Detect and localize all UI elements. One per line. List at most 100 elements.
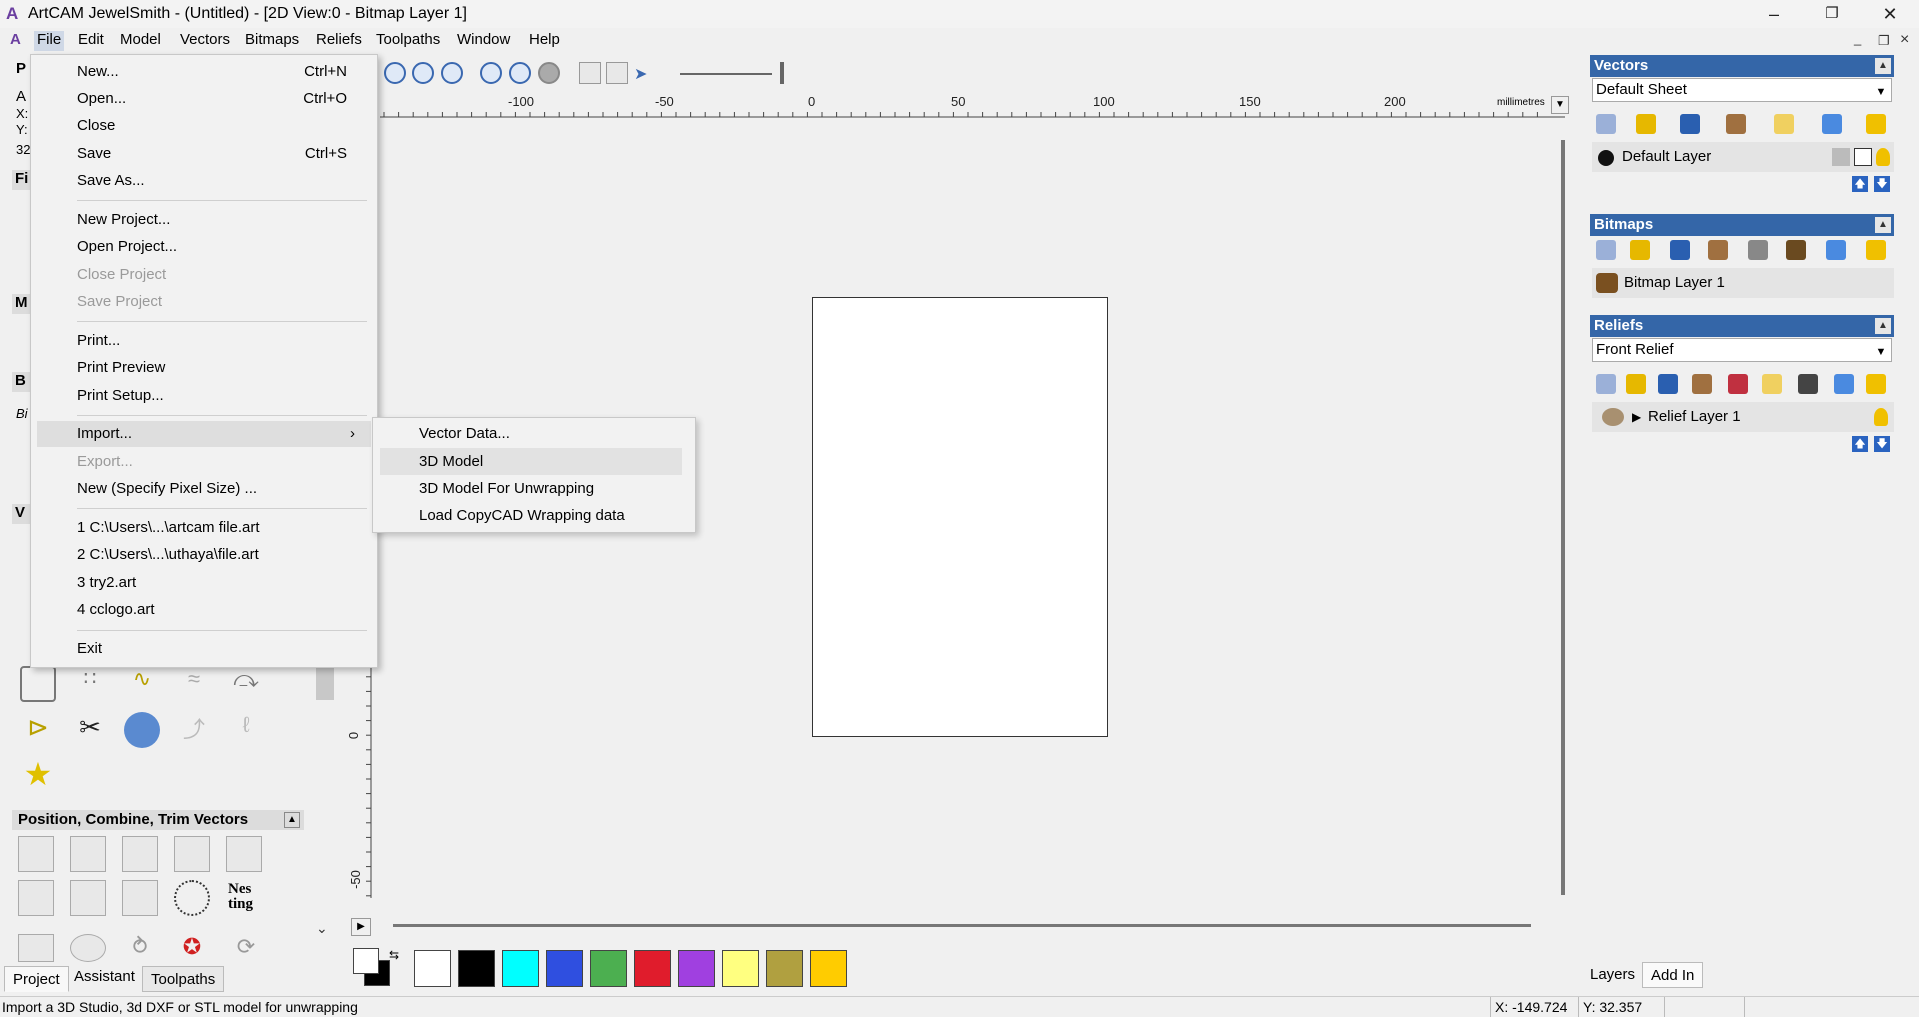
mdi-restore-button[interactable]: ❐ xyxy=(1878,33,1890,49)
star-vector-icon[interactable]: ★ xyxy=(20,756,56,792)
align-hcenter-icon[interactable] xyxy=(226,836,262,872)
circular-array-icon[interactable] xyxy=(174,880,210,916)
submenu-3d-model-unwrapping[interactable]: 3D Model For Unwrapping xyxy=(373,475,695,502)
move-layer-down-icon[interactable]: 🡇 xyxy=(1874,176,1890,192)
new-relief-layer-icon[interactable] xyxy=(1596,374,1616,394)
menu-item-exit[interactable]: Exit xyxy=(31,636,377,662)
color-swatch[interactable] xyxy=(722,950,759,987)
align-right-icon[interactable] xyxy=(70,836,106,872)
vector-grid-icon[interactable] xyxy=(20,666,56,702)
snap-icon[interactable] xyxy=(579,62,601,84)
color-swatch[interactable] xyxy=(634,950,671,987)
bitmap-visibility-icon[interactable] xyxy=(1866,240,1886,260)
color-swatch[interactable] xyxy=(810,950,847,987)
weld-icon[interactable] xyxy=(18,934,54,962)
offset-star-icon[interactable]: ✪ xyxy=(174,934,210,962)
bitmaps-panel-header[interactable]: Bitmaps ▲ xyxy=(1590,214,1894,236)
vector-visibility-icon[interactable] xyxy=(1866,114,1886,134)
minimize-button[interactable]: – xyxy=(1745,0,1803,28)
ruler-corner-button[interactable]: ▶ xyxy=(351,918,371,936)
menu-item-new-pixel-size[interactable]: New (Specify Pixel Size) ... xyxy=(31,476,377,502)
menu-item-print-setup[interactable]: Print Setup... xyxy=(31,383,377,409)
reliefs-panel-header[interactable]: Reliefs ▲ xyxy=(1590,315,1894,337)
layer-bulb-icon[interactable] xyxy=(1876,148,1890,166)
menu-item-print-preview[interactable]: Print Preview xyxy=(31,355,377,381)
menu-edit[interactable]: Edit xyxy=(75,31,107,51)
color-swatch[interactable] xyxy=(458,950,495,987)
menu-item-open-project[interactable]: Open Project... xyxy=(31,234,377,260)
submenu-vector-data[interactable]: Vector Data... xyxy=(373,420,695,447)
maximize-button[interactable]: ❐ xyxy=(1803,0,1861,28)
menu-item-import[interactable]: Import... › xyxy=(37,421,371,447)
menu-file[interactable]: File xyxy=(34,31,65,51)
relief-image-icon[interactable] xyxy=(1798,374,1818,394)
tab-assistant[interactable]: Assistant xyxy=(66,964,143,990)
menu-vectors[interactable]: Vectors xyxy=(177,31,233,51)
color-swatch[interactable] xyxy=(546,950,583,987)
zoom-selection-icon[interactable] xyxy=(538,62,560,84)
bitmap-layer-props-icon[interactable] xyxy=(1708,240,1728,260)
relief-layer-row[interactable]: ▶ Relief Layer 1 xyxy=(1592,402,1894,432)
save-vector-icon[interactable] xyxy=(1680,114,1700,134)
swap-view-icon[interactable]: ➤ xyxy=(634,64,656,83)
align-vcenter-icon[interactable] xyxy=(18,880,54,916)
horizontal-scrollbar[interactable] xyxy=(393,924,1531,927)
layer-color-dot-icon[interactable] xyxy=(1598,150,1614,166)
vector-layer-row[interactable]: Default Layer xyxy=(1592,142,1894,172)
merge-icon[interactable] xyxy=(70,934,106,962)
chamfer-icon[interactable]: ℓ xyxy=(228,712,264,748)
relief-light-icon[interactable] xyxy=(1762,374,1782,394)
section-position-combine[interactable]: Position, Combine, Trim Vectors xyxy=(12,810,304,830)
menu-toolpaths[interactable]: Toolpaths xyxy=(373,31,443,51)
trim-icon[interactable]: ⥁ xyxy=(122,934,158,962)
ruler-unit-dropdown[interactable]: ▼ xyxy=(1551,96,1569,114)
close-window-button[interactable]: ✕ xyxy=(1861,0,1919,28)
zoom-previous-icon[interactable] xyxy=(480,62,502,84)
menu-item-recent-2[interactable]: 2 C:\Users\...\uthaya\file.art xyxy=(31,542,377,568)
tab-project[interactable]: Project xyxy=(4,966,69,992)
move-relief-up-icon[interactable]: 🡅 xyxy=(1852,436,1868,452)
swap-colors-icon[interactable]: ⇆ xyxy=(389,948,399,962)
color-swatch[interactable] xyxy=(414,950,451,987)
angle-line-icon[interactable]: ⊳ xyxy=(20,712,56,748)
relief-combine-icon[interactable] xyxy=(1728,374,1748,394)
move-relief-down-icon[interactable]: 🡇 xyxy=(1874,436,1890,452)
vector-layer-props-icon[interactable] xyxy=(1726,114,1746,134)
smooth-nodes-icon[interactable]: ∿ xyxy=(124,666,160,702)
mdi-close-button[interactable]: × xyxy=(1900,31,1909,49)
relief-select[interactable]: Front Relief ▼ xyxy=(1592,338,1892,362)
spiral-icon[interactable]: ⟳ xyxy=(228,934,264,962)
open-vector-icon[interactable] xyxy=(1636,114,1656,134)
menu-item-print[interactable]: Print... xyxy=(31,328,377,354)
menu-item-new[interactable]: New... Ctrl+N xyxy=(31,59,377,85)
relief-bulb-icon[interactable] xyxy=(1874,408,1888,426)
wave-vector-icon[interactable]: ≈ xyxy=(176,666,212,702)
menu-model[interactable]: Model xyxy=(117,31,164,51)
align-bottom-icon[interactable] xyxy=(174,836,210,872)
tab-toolpaths[interactable]: Toolpaths xyxy=(142,966,225,992)
scissors-icon[interactable]: ✂ xyxy=(72,712,108,748)
align-top-icon[interactable] xyxy=(122,836,158,872)
delete-bitmap-icon[interactable] xyxy=(1826,240,1846,260)
bitmap-image-icon[interactable] xyxy=(1786,240,1806,260)
edit-layer-icon[interactable] xyxy=(1854,148,1872,166)
contrast-slider-handle[interactable] xyxy=(780,62,784,84)
primary-color-swatch[interactable] xyxy=(353,948,379,974)
vector-light-icon[interactable] xyxy=(1774,114,1794,134)
menu-item-save[interactable]: Save Ctrl+S xyxy=(31,141,377,167)
open-bitmap-icon[interactable] xyxy=(1630,240,1650,260)
menu-item-recent-3[interactable]: 3 try2.art xyxy=(31,570,377,596)
menu-item-close[interactable]: Close xyxy=(31,113,377,139)
submenu-3d-model[interactable]: 3D Model xyxy=(380,448,682,475)
submenu-load-copycad[interactable]: Load CopyCAD Wrapping data xyxy=(373,502,695,529)
move-layer-up-icon[interactable]: 🡅 xyxy=(1852,176,1868,192)
zoom-page-icon[interactable] xyxy=(509,62,531,84)
reliefs-collapse-icon[interactable]: ▲ xyxy=(1875,318,1891,334)
menu-help[interactable]: Help xyxy=(526,31,563,51)
relief-layer-props-icon[interactable] xyxy=(1692,374,1712,394)
bitmaps-collapse-icon[interactable]: ▲ xyxy=(1875,217,1891,233)
color-swatch[interactable] xyxy=(502,950,539,987)
vertical-scrollbar[interactable] xyxy=(1561,140,1565,895)
center-in-page-icon[interactable] xyxy=(70,880,106,916)
contrast-slider-track[interactable] xyxy=(680,73,772,75)
